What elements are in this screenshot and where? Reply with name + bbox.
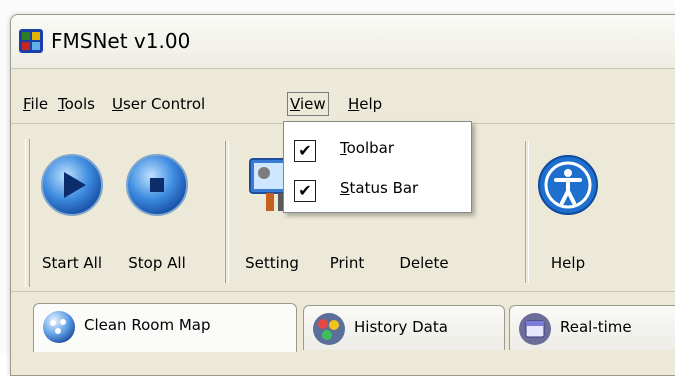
tab-real-time[interactable]: Real-time [509,305,675,350]
realtime-calendar-icon [519,313,551,345]
menu-item-toolbar[interactable]: ✔ Toolbar [284,134,471,168]
help-label: Help [550,254,586,272]
menu-view[interactable]: View [287,92,329,116]
setting-label: Setting [245,254,299,272]
menu-help[interactable]: Help [346,93,384,115]
check-icon: ✔ [294,180,316,202]
history-data-icon [313,313,345,345]
tab-strip: Clean Room Map History Data Real-time [11,303,675,375]
menu-item-status-bar-label: Status Bar [340,179,419,197]
menu-user-control[interactable]: User Control [110,93,207,115]
tab-history-data-label: History Data [354,318,448,336]
toolbar-bottom-divider [11,291,675,292]
start-all-button[interactable]: Start All [27,143,117,283]
check-icon: ✔ [294,140,316,162]
toolbar-separator [525,141,529,283]
toolbar-separator [225,141,229,283]
tab-history-data[interactable]: History Data [303,305,505,350]
tab-clean-room-map-label: Clean Room Map [84,316,211,334]
stop-all-label: Stop All [128,254,186,272]
map-icon [43,311,75,343]
menu-bar: File Tools User Control View Help [11,89,675,119]
tab-clean-room-map[interactable]: Clean Room Map [33,303,297,352]
menu-file[interactable]: File [21,93,50,115]
menu-item-toolbar-label: Toolbar [340,139,395,157]
tab-real-time-label: Real-time [560,318,632,336]
delete-label: Delete [399,254,449,272]
view-menu-dropdown: ✔ Toolbar ✔ Status Bar [283,121,472,213]
play-icon [41,154,103,216]
start-all-label: Start All [41,254,102,272]
menu-item-status-bar[interactable]: ✔ Status Bar [284,174,471,208]
accessibility-help-icon [538,155,598,215]
stop-all-button[interactable]: Stop All [117,143,197,283]
app-logo-icon [19,29,43,53]
title-bar[interactable]: FMSNet v1.00 [11,15,675,69]
print-label: Print [329,254,365,272]
stop-icon [126,154,188,216]
help-button[interactable]: Help [533,143,603,283]
menu-tools[interactable]: Tools [56,93,97,115]
window-title: FMSNet v1.00 [51,29,191,53]
